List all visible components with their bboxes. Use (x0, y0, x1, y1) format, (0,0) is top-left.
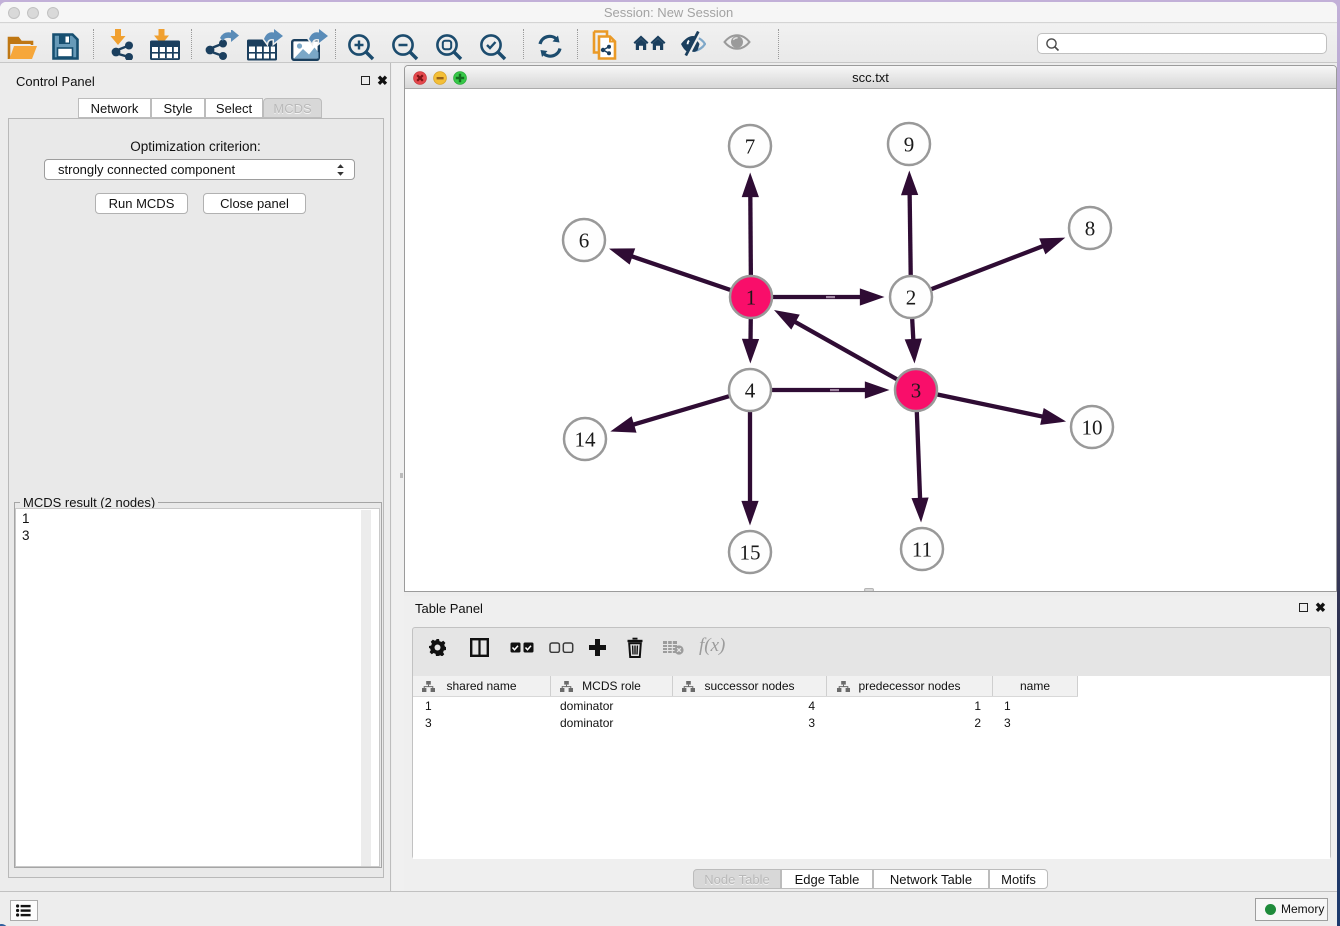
svg-text:6: 6 (579, 228, 590, 252)
svg-text:3: 3 (911, 378, 922, 402)
svg-text:1: 1 (746, 285, 757, 309)
svg-text:14: 14 (575, 427, 597, 451)
svg-text:8: 8 (1085, 216, 1096, 240)
svg-text:10: 10 (1082, 415, 1103, 439)
svg-text:7: 7 (745, 134, 756, 158)
svg-text:9: 9 (904, 132, 915, 156)
svg-text:4: 4 (745, 378, 756, 402)
svg-text:11: 11 (912, 537, 932, 561)
svg-text:2: 2 (906, 285, 917, 309)
svg-text:15: 15 (740, 540, 761, 564)
